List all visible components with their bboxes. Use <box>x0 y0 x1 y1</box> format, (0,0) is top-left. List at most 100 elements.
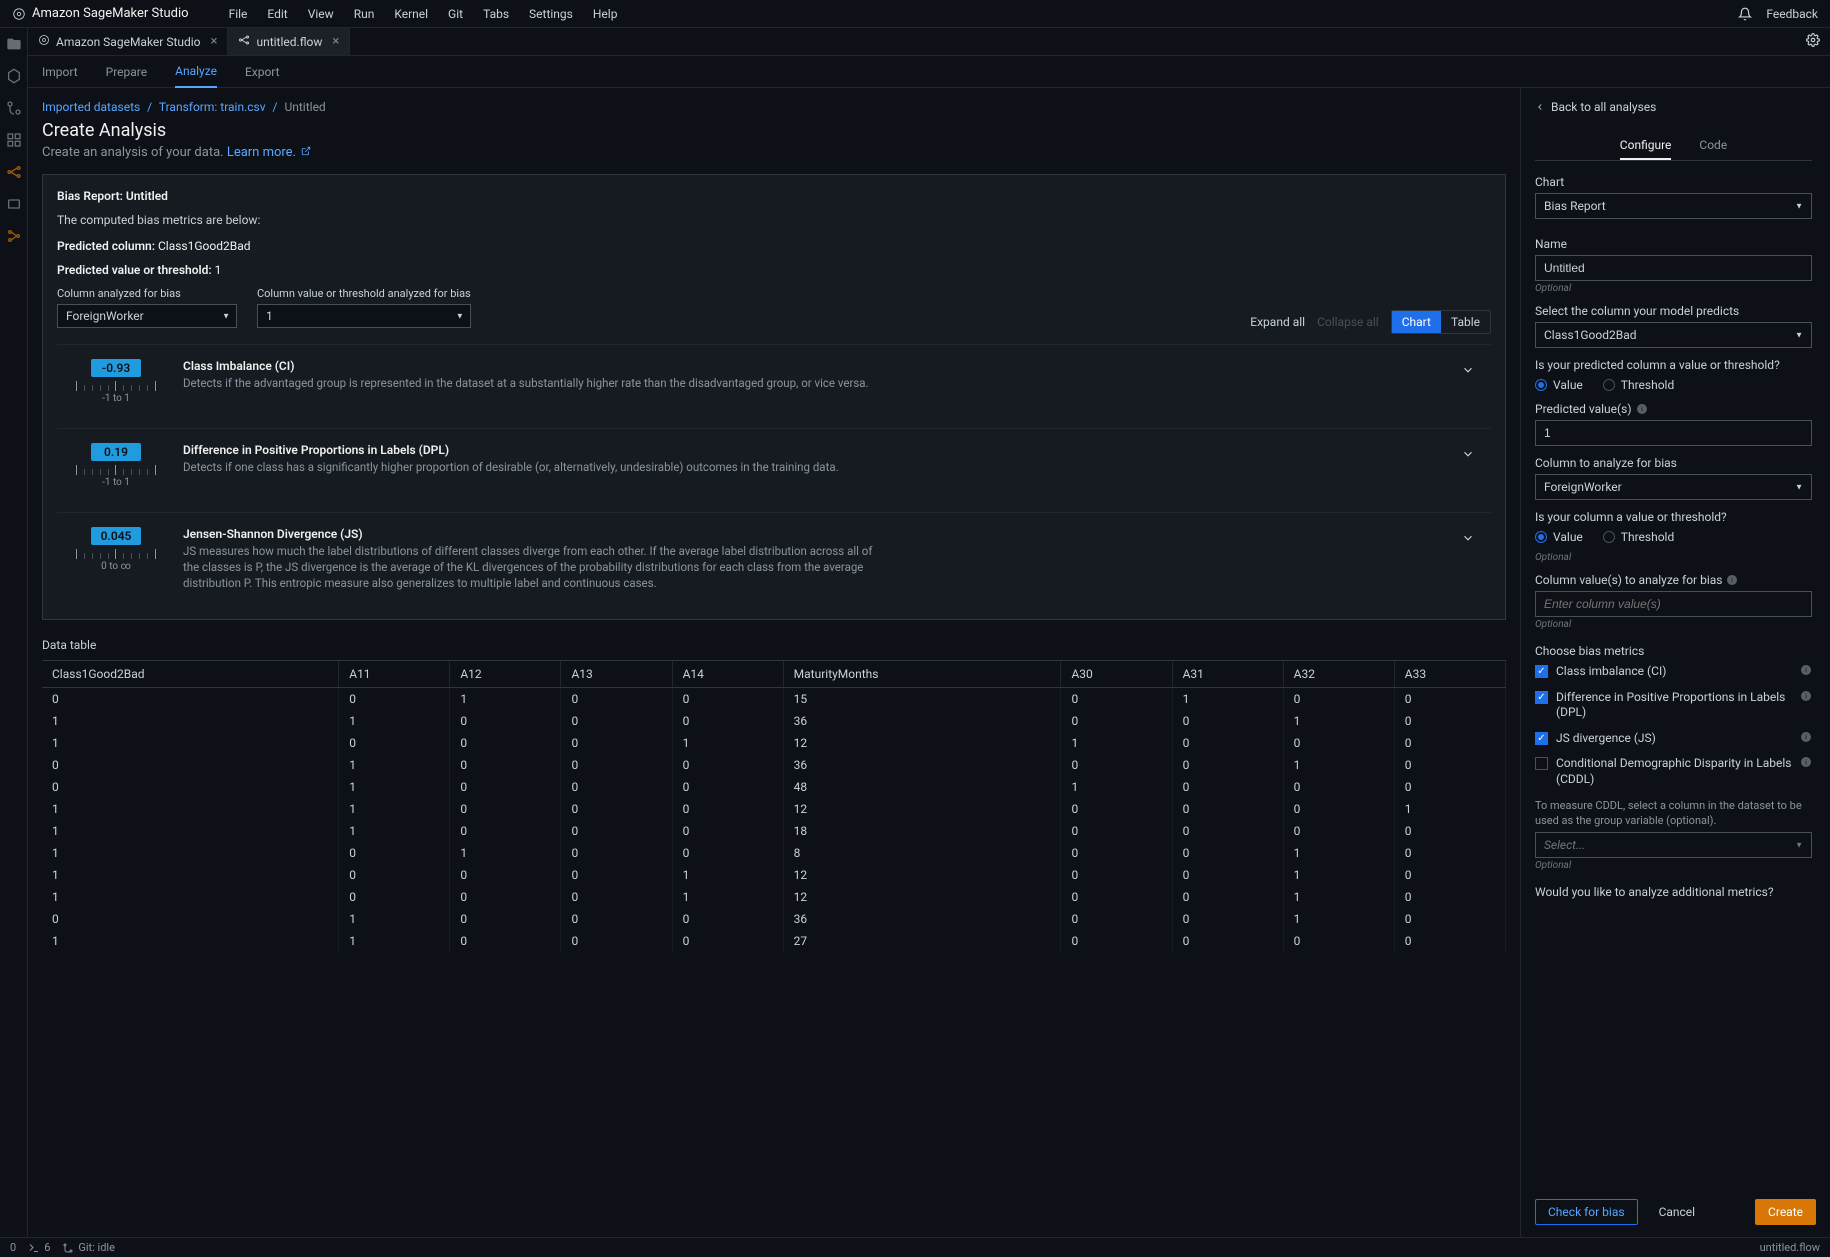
table-cell: 1 <box>450 842 561 864</box>
table-cell: 0 <box>450 798 561 820</box>
chart-type-select[interactable]: Bias Report <box>1535 193 1812 219</box>
tabs-icon[interactable] <box>6 196 22 212</box>
extensions-icon[interactable] <box>6 132 22 148</box>
menu-kernel[interactable]: Kernel <box>394 7 428 21</box>
column-bias-select[interactable]: ForeignWorker <box>57 304 237 328</box>
column-header[interactable]: A33 <box>1394 661 1505 688</box>
table-row: 11000120001 <box>42 798 1506 820</box>
git-status[interactable]: Git: idle <box>62 1241 115 1254</box>
document-tab[interactable]: Amazon SageMaker Studio× <box>28 28 228 55</box>
status-file: untitled.flow <box>1760 1241 1820 1254</box>
cancel-button[interactable]: Cancel <box>1646 1199 1709 1225</box>
tab-icon <box>38 34 50 49</box>
pipeline-icon[interactable] <box>6 228 22 244</box>
breadcrumb-link[interactable]: Imported datasets <box>42 100 140 114</box>
info-icon[interactable]: i <box>1800 731 1812 743</box>
is-col-threshold-label: Is your column a value or threshold? <box>1535 510 1812 524</box>
col-values-input[interactable] <box>1535 591 1812 617</box>
column-header[interactable]: MaturityMonths <box>783 661 1061 688</box>
column-header[interactable]: A12 <box>450 661 561 688</box>
document-tab[interactable]: untitled.flow× <box>228 28 350 55</box>
radio-col-value[interactable]: Value <box>1535 530 1583 544</box>
col-analyze-select[interactable]: ForeignWorker <box>1535 474 1812 500</box>
radio-col-threshold[interactable]: Threshold <box>1603 530 1674 544</box>
chart-toggle[interactable]: Chart <box>1392 311 1441 333</box>
tab-prepare[interactable]: Prepare <box>106 57 147 87</box>
column-header[interactable]: A30 <box>1061 661 1172 688</box>
settings-icon[interactable] <box>1806 33 1820 47</box>
notifications-icon[interactable] <box>1738 7 1752 21</box>
configure-tab[interactable]: Configure <box>1620 138 1672 160</box>
predicted-values-input[interactable] <box>1535 420 1812 446</box>
metric-checkbox[interactable]: Difference in Positive Proportions in La… <box>1535 690 1812 721</box>
back-to-analyses-link[interactable]: Back to all analyses <box>1535 100 1816 114</box>
column-header[interactable]: Class1Good2Bad <box>42 661 339 688</box>
table-cell: 0 <box>450 710 561 732</box>
table-cell: 1 <box>1283 864 1394 886</box>
column-header[interactable]: A14 <box>672 661 783 688</box>
metric-checkbox[interactable]: Conditional Demographic Disparity in Lab… <box>1535 756 1812 787</box>
table-cell: 0 <box>561 776 672 798</box>
tab-export[interactable]: Export <box>245 57 280 87</box>
info-icon[interactable]: i <box>1800 690 1812 702</box>
folder-icon[interactable] <box>6 36 22 52</box>
table-cell: 0 <box>1172 754 1283 776</box>
menu-view[interactable]: View <box>308 7 334 21</box>
optional-hint: Optional <box>1535 619 1812 630</box>
column-header[interactable]: A13 <box>561 661 672 688</box>
check-for-bias-button[interactable]: Check for bias <box>1535 1199 1638 1225</box>
code-tab[interactable]: Code <box>1699 138 1727 160</box>
predicted-column-label: Predicted column: Class1Good2Bad <box>57 239 1491 253</box>
column-header[interactable]: A11 <box>339 661 450 688</box>
radio-value[interactable]: Value <box>1535 378 1583 392</box>
close-icon[interactable]: × <box>211 34 218 49</box>
cddl-group-select[interactable]: Select... <box>1535 832 1812 858</box>
info-icon[interactable]: i <box>1800 664 1812 676</box>
learn-more-link[interactable]: Learn more. <box>227 145 296 160</box>
hexagon-icon[interactable] <box>6 68 22 84</box>
optional-hint: Optional <box>1535 552 1812 563</box>
column-header[interactable]: A32 <box>1283 661 1394 688</box>
choose-metrics-label: Choose bias metrics <box>1535 644 1812 658</box>
page-subtitle: Create an analysis of your data. Learn m… <box>42 145 1506 160</box>
column-header[interactable]: A31 <box>1172 661 1283 688</box>
table-cell: 0 <box>672 930 783 952</box>
tab-import[interactable]: Import <box>42 57 78 87</box>
radio-threshold[interactable]: Threshold <box>1603 378 1674 392</box>
additional-metrics-label: Would you like to analyze additional met… <box>1535 885 1812 899</box>
expand-all-link[interactable]: Expand all <box>1250 315 1305 329</box>
name-input[interactable] <box>1535 255 1812 281</box>
terminals-status[interactable]: 6 <box>28 1241 50 1254</box>
menu-settings[interactable]: Settings <box>529 7 573 21</box>
flow-icon[interactable] <box>6 164 22 180</box>
expand-metric-button[interactable] <box>1457 527 1479 552</box>
workflow-tabs: Import Prepare Analyze Export <box>28 56 1830 88</box>
table-cell: 0 <box>561 798 672 820</box>
metric-checkbox[interactable]: JS divergence (JS)i <box>1535 731 1812 747</box>
table-cell: 0 <box>561 908 672 930</box>
menu-git[interactable]: Git <box>448 7 463 21</box>
menu-help[interactable]: Help <box>593 7 618 21</box>
create-button[interactable]: Create <box>1755 1199 1816 1225</box>
table-cell: 0 <box>672 820 783 842</box>
expand-metric-button[interactable] <box>1457 443 1479 468</box>
predict-column-select[interactable]: Class1Good2Bad <box>1535 322 1812 348</box>
info-icon[interactable]: i <box>1636 403 1648 415</box>
table-toggle[interactable]: Table <box>1441 311 1490 333</box>
menu-edit[interactable]: Edit <box>267 7 287 21</box>
info-icon[interactable]: i <box>1800 756 1812 768</box>
menu-tabs[interactable]: Tabs <box>483 7 509 21</box>
metric-checkbox[interactable]: Class imbalance (CI)i <box>1535 664 1812 680</box>
feedback-link[interactable]: Feedback <box>1766 7 1818 21</box>
info-icon[interactable]: i <box>1726 574 1738 586</box>
close-icon[interactable]: × <box>332 34 339 49</box>
table-cell: 0 <box>1172 732 1283 754</box>
breadcrumb-link[interactable]: Transform: train.csv <box>159 100 266 114</box>
table-cell: 0 <box>1172 776 1283 798</box>
expand-metric-button[interactable] <box>1457 359 1479 384</box>
tab-analyze[interactable]: Analyze <box>175 56 217 88</box>
menu-file[interactable]: File <box>229 7 248 21</box>
column-value-select[interactable]: 1 <box>257 304 471 328</box>
git-icon[interactable] <box>6 100 22 116</box>
menu-run[interactable]: Run <box>354 7 375 21</box>
